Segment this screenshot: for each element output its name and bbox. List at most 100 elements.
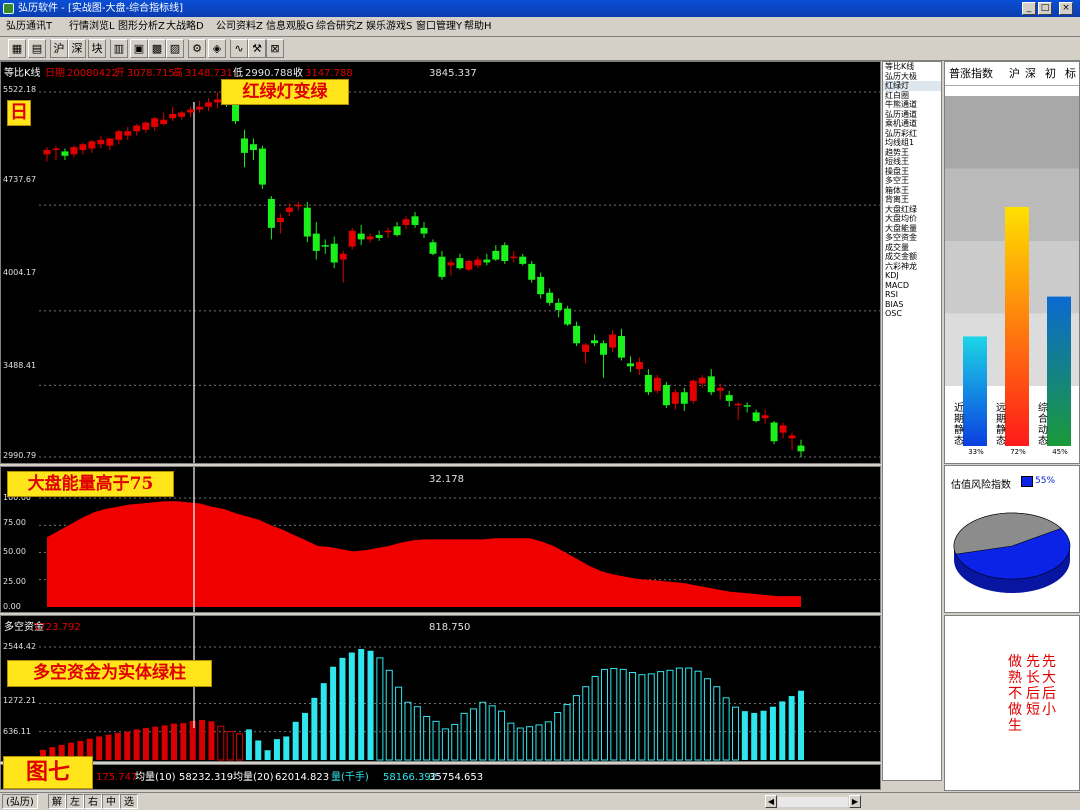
candle <box>240 138 248 153</box>
menu-window[interactable]: 窗口管理Y <box>416 17 462 37</box>
menu-communication[interactable]: 弘历通讯T <box>6 17 52 37</box>
candle <box>187 109 195 113</box>
motto-line-3: 做熟不做生 <box>1008 654 1022 734</box>
menu-chart-analysis[interactable]: 图形分析Z <box>118 17 165 37</box>
open-value: 3078.715 <box>127 68 175 79</box>
candle <box>402 219 410 225</box>
block-button[interactable]: 块 <box>88 39 106 58</box>
indicator-item[interactable]: 成交金额 <box>883 252 941 262</box>
indicator-item[interactable]: 乘机通道 <box>883 119 941 129</box>
bull-bear-money-panel[interactable]: 多空资金 1723.792 818.750 2544.42 1272.21 63… <box>0 615 881 762</box>
energy-area <box>47 501 801 607</box>
maximize-button[interactable]: □ <box>1038 2 1052 15</box>
status-analyze[interactable]: 解 <box>48 794 66 809</box>
candle <box>519 256 527 264</box>
candle <box>555 302 563 311</box>
indicator-item[interactable]: 牛熊通道 <box>883 100 941 110</box>
menu-info-stocks[interactable]: 信息观股G <box>266 17 314 37</box>
candle <box>689 380 697 401</box>
indicator-item[interactable]: 弘历通道 <box>883 110 941 120</box>
money-bar <box>339 657 346 760</box>
candlestick-panel[interactable]: 等比K线 日期 20080422 开 3078.715 高 3148.731 低… <box>0 61 881 464</box>
indicator-item[interactable]: 操盘王 <box>883 167 941 177</box>
shenzhen-button[interactable]: 深 <box>68 39 86 58</box>
indicator-item[interactable]: RSI <box>883 290 941 300</box>
money-bar <box>358 648 365 760</box>
indicator-item[interactable]: 多空王 <box>883 176 941 186</box>
indicator-item[interactable]: KDJ <box>883 271 941 281</box>
bar-chart-icon[interactable]: ▥ <box>110 39 128 58</box>
gear-icon[interactable]: ⚙ <box>188 39 206 58</box>
status-left[interactable]: 左 <box>66 794 84 809</box>
menu-company-info[interactable]: 公司资料Z <box>216 17 263 37</box>
tab-initial[interactable]: 初 <box>1045 62 1056 86</box>
candle <box>528 263 536 280</box>
shanghai-button[interactable]: 沪 <box>50 39 68 58</box>
ratio-bar <box>1005 206 1029 446</box>
chart-tool-icon[interactable]: ◈ <box>208 39 226 58</box>
indicator-item[interactable]: 六彩神龙 <box>883 262 941 272</box>
candle <box>644 374 652 393</box>
money-bar <box>208 721 215 760</box>
status-select[interactable]: 选 <box>120 794 138 809</box>
money-bar <box>423 715 431 761</box>
indicator-item[interactable]: 弘历大极 <box>883 72 941 82</box>
status-middle[interactable]: 中 <box>102 794 120 809</box>
callout-energy-above-75: 大盘能量高于75 <box>7 471 174 497</box>
indicator-item[interactable]: 背离王 <box>883 195 941 205</box>
indicator-item[interactable]: 等比K线 <box>883 62 941 72</box>
indicator-item[interactable]: 均线组1 <box>883 138 941 148</box>
scrollbar-track[interactable] <box>778 797 848 807</box>
scroll-left-button[interactable]: ◀ <box>765 795 777 808</box>
candle <box>635 361 643 370</box>
calendar-icon[interactable]: ▨ <box>166 39 184 58</box>
menu-research[interactable]: 综合研究Z <box>316 17 363 37</box>
risk-pct: 55% <box>1035 476 1056 486</box>
money-bar <box>469 708 477 761</box>
indicator-item[interactable]: 弘历彩红 <box>883 129 941 139</box>
menu-quote-browse[interactable]: 行情浏览L <box>69 17 115 37</box>
candle <box>788 435 796 439</box>
indicator-item[interactable]: 大盘均价 <box>883 214 941 224</box>
indicator-item[interactable]: 红白圈 <box>883 91 941 101</box>
grid-icon[interactable]: ▩ <box>148 39 166 58</box>
formula-icon[interactable]: ∿ <box>230 39 248 58</box>
indicator-item[interactable]: 趋势王 <box>883 148 941 158</box>
money-bar <box>460 712 468 761</box>
candle <box>429 242 437 254</box>
indicator-list: 等比K线 弘历大极 红绿灯 红白圈 牛熊通道 弘历通道 乘机通道 弘历彩红 均线组1 趋势王 短线王… <box>882 61 942 781</box>
candle <box>438 256 446 277</box>
settings-icon[interactable]: ⚒ <box>248 39 266 58</box>
tab-shanghai[interactable]: 沪 <box>1009 62 1020 86</box>
money-bar <box>722 697 730 761</box>
menu-help[interactable]: 帮助H <box>464 17 492 37</box>
scroll-right-button[interactable]: ▶ <box>849 795 861 808</box>
indicator-item[interactable]: 成交量 <box>883 243 941 253</box>
report-icon[interactable]: ▤ <box>28 39 46 58</box>
indicator-item[interactable]: OSC <box>883 309 941 319</box>
indicator-item[interactable]: 短线王 <box>883 157 941 167</box>
money-bar <box>694 670 702 761</box>
tab-standard[interactable]: 标 <box>1065 62 1076 86</box>
indicator-item[interactable]: 大盘红绿 <box>883 205 941 215</box>
minimize-button[interactable]: _ <box>1022 2 1036 15</box>
indicator-item[interactable]: 箱体王 <box>883 186 941 196</box>
money-bar <box>114 732 121 760</box>
table-icon[interactable]: ▣ <box>130 39 148 58</box>
money-bar <box>479 701 487 761</box>
menu-games[interactable]: 娱乐游戏S <box>366 17 412 37</box>
close-button[interactable]: × <box>1059 2 1073 15</box>
tab-shenzhen[interactable]: 深 <box>1025 62 1036 86</box>
status-right[interactable]: 右 <box>84 794 102 809</box>
y-axis-label: 3488.41 <box>3 361 37 370</box>
exit-icon[interactable]: ⊠ <box>266 39 284 58</box>
candle <box>725 395 733 401</box>
market-energy-panel[interactable]: 32.178 100.00 75.00 50.00 25.00 0.00 大盘能… <box>0 466 881 613</box>
indicator-item[interactable]: 大盘能量 <box>883 224 941 234</box>
menu-strategy[interactable]: 大战略D <box>166 17 204 37</box>
indicator-item[interactable]: BIAS <box>883 300 941 310</box>
indicator-item[interactable]: 多空资金 <box>883 233 941 243</box>
indicator-item[interactable]: 红绿灯 <box>883 81 941 91</box>
kline-chart-icon[interactable]: ▦ <box>8 39 26 58</box>
indicator-item[interactable]: MACD <box>883 281 941 291</box>
